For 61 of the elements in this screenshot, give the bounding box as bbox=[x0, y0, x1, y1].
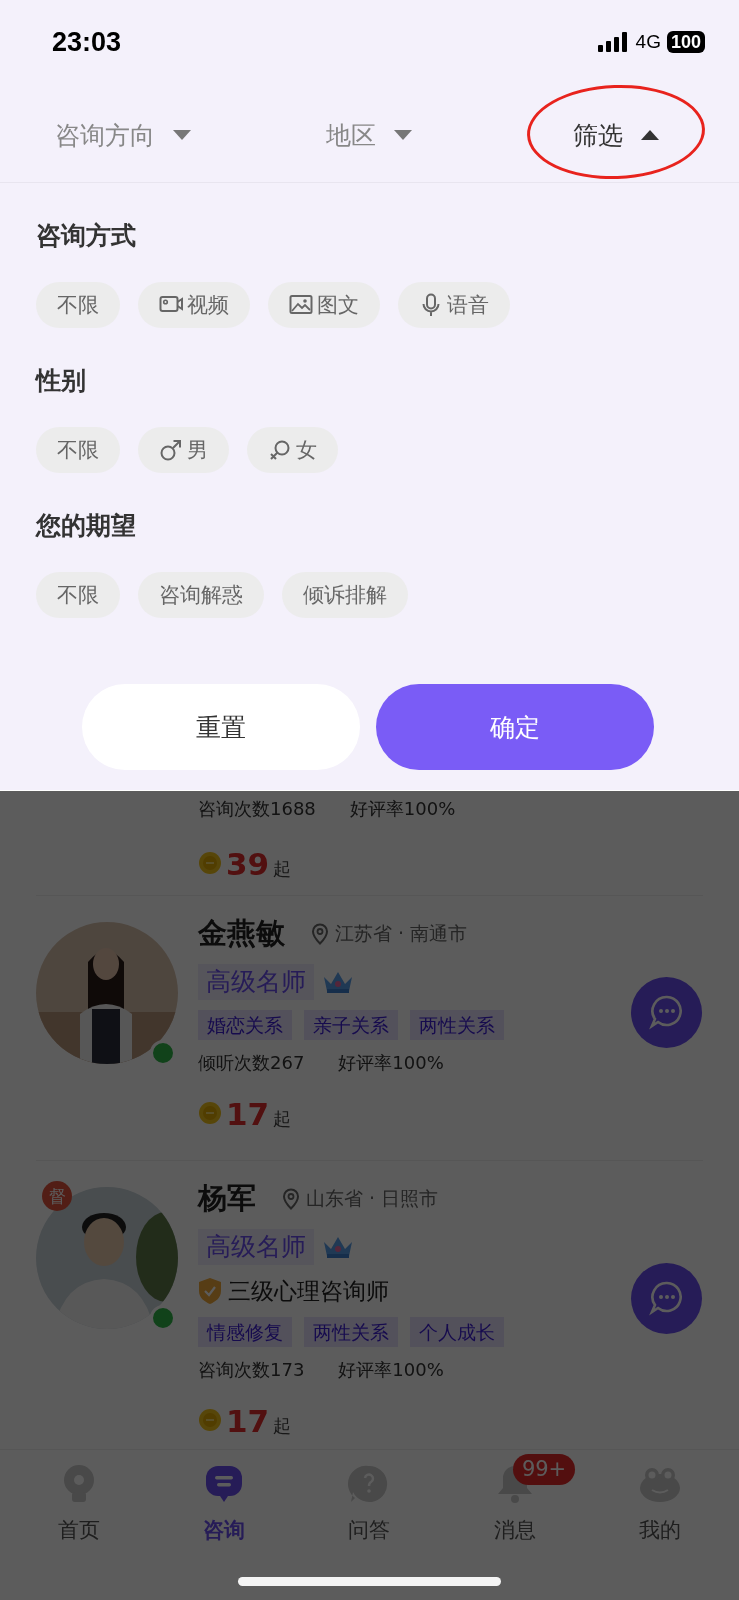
filter-tab[interactable]: 地区 bbox=[322, 112, 417, 158]
stat-text: 咨询次数173 bbox=[198, 1358, 305, 1382]
certificate-text: 三级心理咨询师 bbox=[228, 1276, 389, 1306]
filter-section-title: 性别 bbox=[36, 365, 87, 397]
filter-chip[interactable]: 咨询解惑 bbox=[138, 572, 264, 618]
tag-chip: 亲子关系 bbox=[304, 1010, 398, 1040]
tab-item[interactable]: 问答 bbox=[296, 1450, 443, 1600]
confirm-button[interactable]: 确定 bbox=[376, 684, 654, 770]
network-text: 4G bbox=[635, 31, 661, 53]
filter-chip[interactable]: 倾诉排解 bbox=[282, 572, 408, 618]
stat-text: 好评率100% bbox=[338, 1358, 444, 1382]
coin-icon bbox=[198, 1101, 222, 1125]
tag-chip: 个人成长 bbox=[410, 1317, 504, 1347]
time-text: 23:03 bbox=[52, 26, 122, 58]
chat-icon bbox=[648, 994, 685, 1030]
filter-chip[interactable]: 不限 bbox=[36, 572, 120, 618]
price-unit: 起 bbox=[273, 1414, 292, 1438]
stat-text: 好评率100% bbox=[349, 797, 456, 821]
stat-text: 倾听次数267 bbox=[198, 1051, 305, 1075]
filter-chip[interactable]: 不限 bbox=[36, 282, 120, 328]
location-icon bbox=[311, 923, 329, 945]
count-badge: 99+ bbox=[512, 1454, 576, 1485]
battery-indicator: 100 bbox=[666, 31, 705, 53]
supervisor-badge: 督 bbox=[42, 1181, 72, 1211]
tag-chip: 两性关系 bbox=[304, 1317, 398, 1347]
filter-tab[interactable]: 咨询方向 bbox=[51, 112, 196, 158]
filter-chip[interactable]: 男 bbox=[138, 427, 229, 473]
filter-chip[interactable]: 视频 bbox=[138, 282, 250, 328]
filter-chip[interactable]: 不限 bbox=[36, 427, 120, 473]
filter-chip[interactable]: 女 bbox=[247, 427, 338, 473]
filter-section-title: 咨询方式 bbox=[36, 220, 137, 252]
image-icon bbox=[289, 293, 313, 317]
signal-icon bbox=[597, 32, 630, 52]
stat-text: 好评率100% bbox=[338, 1051, 444, 1075]
reset-button[interactable]: 重置 bbox=[82, 684, 360, 770]
price-value: 17 bbox=[226, 1096, 270, 1132]
price-value: 39 bbox=[226, 846, 270, 882]
tab-item[interactable]: 首页 bbox=[6, 1450, 152, 1600]
level-badge: 高级名师 bbox=[198, 964, 314, 1000]
price-value: 17 bbox=[226, 1403, 270, 1439]
price-unit: 起 bbox=[273, 857, 292, 881]
counselor-name: 金燕敏 bbox=[198, 915, 285, 952]
tag-chip: 两性关系 bbox=[410, 1010, 504, 1040]
counselor-name: 杨军 bbox=[198, 1180, 256, 1217]
filter-tab[interactable]: 筛选 bbox=[568, 112, 663, 158]
female-icon bbox=[268, 438, 292, 462]
price-unit: 起 bbox=[273, 1107, 292, 1131]
tag-chip: 婚恋关系 bbox=[198, 1010, 292, 1040]
level-badge: 高级名师 bbox=[198, 1229, 314, 1265]
filter-section-title: 您的期望 bbox=[36, 510, 137, 542]
male-icon bbox=[159, 438, 183, 462]
stat-text: 咨询次数1688 bbox=[198, 797, 316, 821]
coin-icon bbox=[198, 1408, 222, 1432]
tab-item[interactable]: 我的 bbox=[587, 1450, 733, 1600]
shield-icon bbox=[198, 1277, 222, 1305]
filter-chip[interactable]: 图文 bbox=[268, 282, 380, 328]
filter-chip[interactable]: 语音 bbox=[398, 282, 510, 328]
chat-icon bbox=[648, 1280, 685, 1316]
coin-icon bbox=[198, 851, 222, 875]
tag-chip: 情感修复 bbox=[198, 1317, 292, 1347]
location-icon bbox=[282, 1188, 300, 1210]
